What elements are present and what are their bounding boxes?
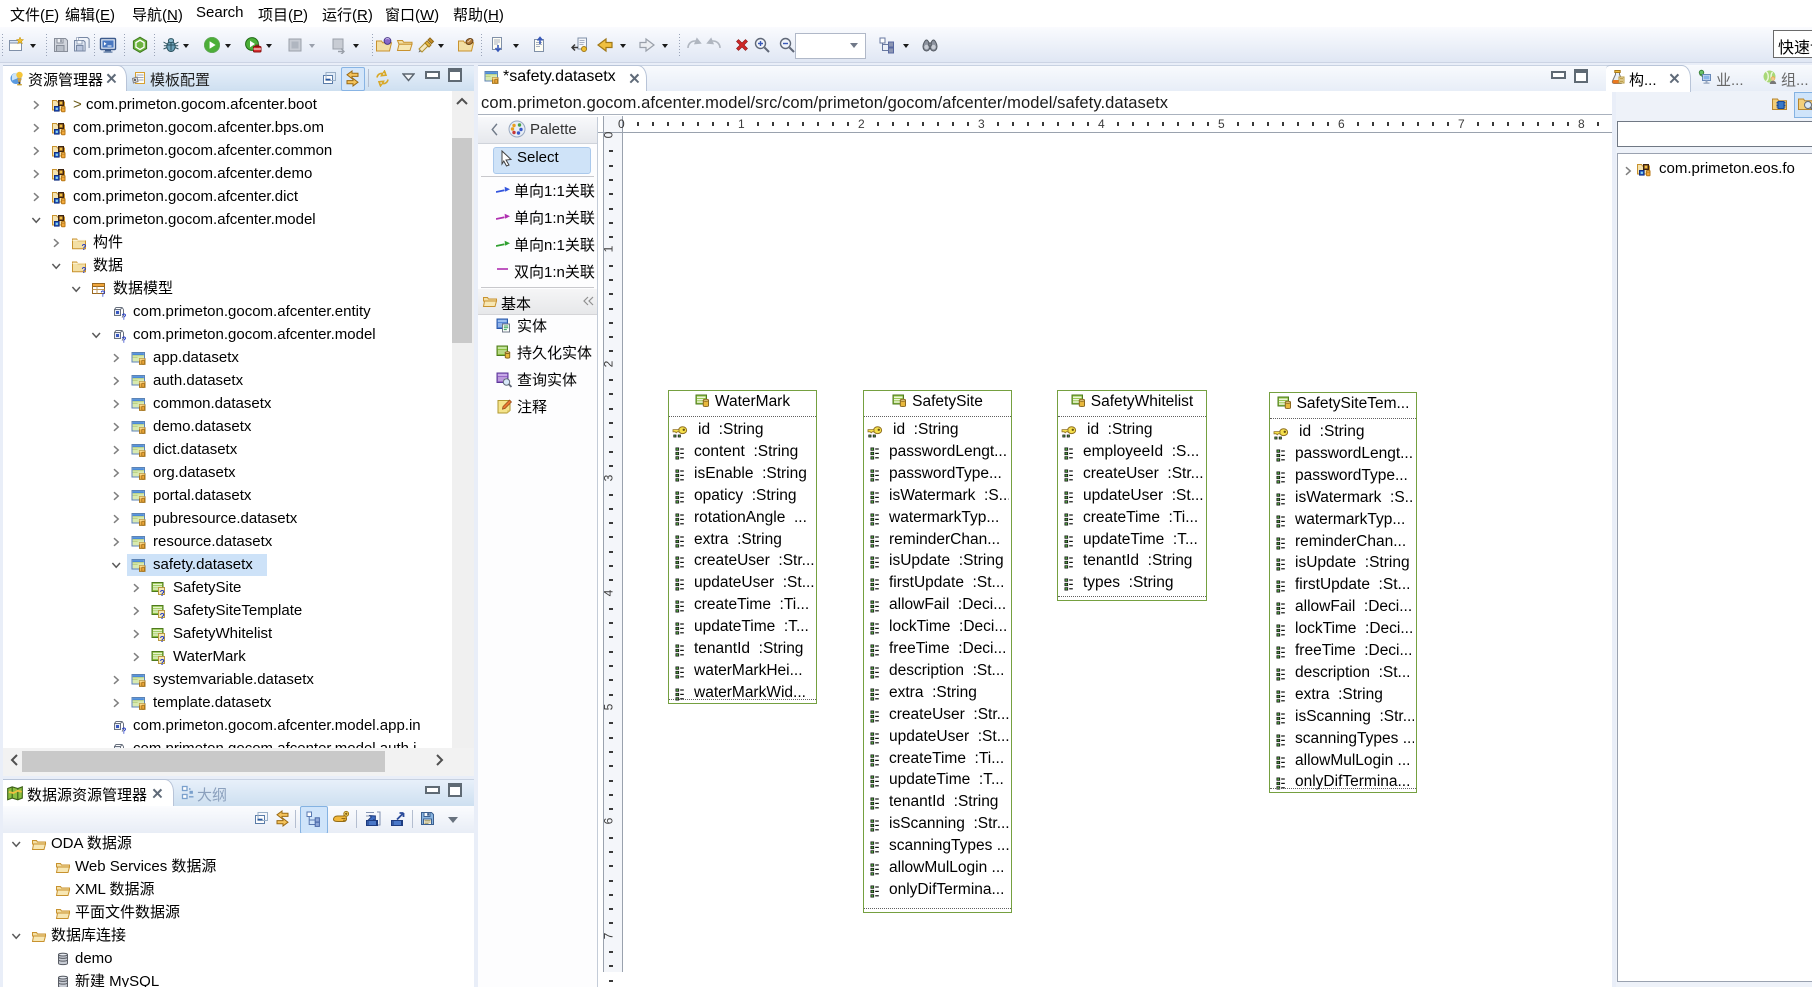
svg-text:?: ?: [160, 634, 165, 642]
svg-text:?: ?: [160, 611, 165, 619]
svg-text:?: ?: [160, 657, 165, 665]
svg-text:?: ?: [82, 266, 87, 274]
svg-text:?: ?: [160, 588, 165, 596]
svg-text:?: ?: [122, 336, 127, 344]
svg-text:?: ?: [82, 243, 87, 251]
svg-text:?: ?: [101, 290, 106, 298]
svg-text:?: ?: [122, 313, 127, 321]
svg-text:?: ?: [122, 727, 127, 735]
